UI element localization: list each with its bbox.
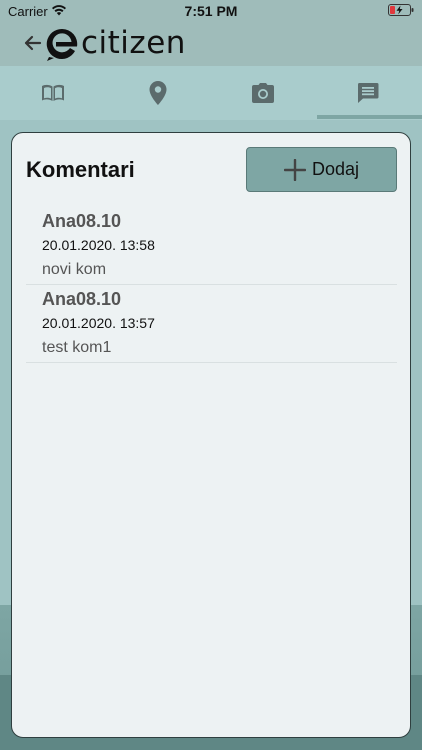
clock: 7:51 PM <box>184 3 238 19</box>
tab-comments[interactable] <box>315 66 420 120</box>
battery-charging-icon <box>388 4 414 16</box>
add-button-label: Dodaj <box>311 159 360 179</box>
status-bar: Carrier 7:51 PM <box>0 0 422 22</box>
comment-item[interactable]: Ana08.10 20.01.2020. 13:57 test kom1 <box>26 285 397 363</box>
comment-author: Ana08.10 <box>42 211 122 231</box>
comment-date: 20.01.2020. 13:57 <box>42 315 155 331</box>
comment-icon <box>357 83 378 103</box>
logo-e-icon <box>46 28 78 61</box>
book-icon <box>41 84 64 101</box>
active-tab-indicator <box>317 115 422 119</box>
add-comment-button[interactable]: Dodaj <box>246 147 397 192</box>
comment-list: Ana08.10 20.01.2020. 13:58 novi kom Ana0… <box>26 207 397 363</box>
tab-bar <box>0 66 422 120</box>
plus-icon <box>283 158 306 181</box>
comments-card: Komentari Dodaj Ana08.10 20.01.2020. 13:… <box>11 132 411 738</box>
page-title: Komentari <box>26 157 135 182</box>
comment-text: test kom1 <box>42 339 112 356</box>
comment-text: novi kom <box>42 261 107 278</box>
tab-location[interactable] <box>105 66 210 120</box>
comment-item[interactable]: Ana08.10 20.01.2020. 13:58 novi kom <box>26 207 397 285</box>
camera-icon <box>251 83 274 103</box>
tab-photo[interactable] <box>210 66 315 120</box>
logo-text: citizen <box>81 25 186 61</box>
app-logo: citizen <box>45 25 195 63</box>
back-button[interactable] <box>20 30 46 56</box>
tab-info[interactable] <box>0 66 105 120</box>
comment-date: 20.01.2020. 13:58 <box>42 237 155 253</box>
map-pin-icon <box>149 81 166 105</box>
comment-author: Ana08.10 <box>42 289 122 309</box>
